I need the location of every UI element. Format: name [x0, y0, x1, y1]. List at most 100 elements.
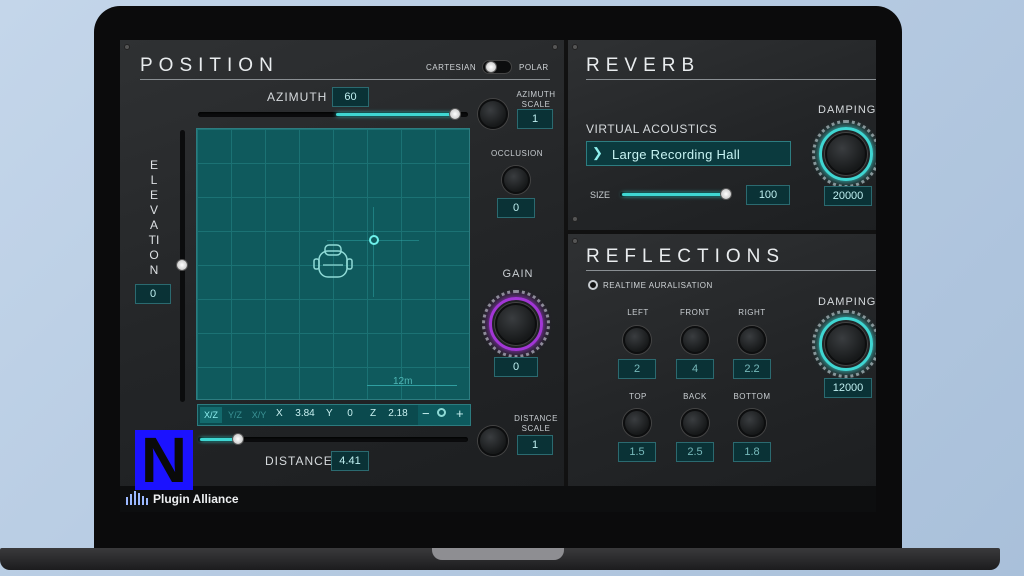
- position-panel: POSITION CARTESIAN POLAR AZIMUTH 60 AZIM…: [120, 40, 564, 486]
- distance-scale-knob[interactable]: [478, 426, 508, 456]
- elevation-slider-thumb[interactable]: [176, 259, 188, 271]
- reverb-panel: REVERB VIRTUAL ACOUSTICS ❯ Large Recordi…: [568, 40, 876, 230]
- elevation-value[interactable]: 0: [135, 284, 171, 304]
- distance-scale-value[interactable]: 1: [517, 435, 553, 455]
- distance-value[interactable]: 4.41: [331, 451, 369, 471]
- divider: [586, 79, 876, 80]
- azimuth-slider-fill: [336, 113, 454, 116]
- bottom-knob[interactable]: [738, 409, 766, 437]
- divider: [586, 270, 876, 271]
- distance-slider-thumb[interactable]: [232, 433, 244, 445]
- reverb-damping-label: DAMPING: [818, 104, 876, 116]
- azimuth-slider[interactable]: [198, 108, 468, 120]
- view-yz-button[interactable]: Y/Z: [224, 407, 246, 423]
- top-knob[interactable]: [623, 409, 651, 437]
- footer-bar: Plugin Alliance: [120, 486, 876, 512]
- azimuth-scale-value[interactable]: 1: [517, 109, 553, 129]
- reflections-damping-knob[interactable]: [825, 323, 867, 365]
- zoom-in-button[interactable]: +: [456, 406, 464, 421]
- view-xy-button[interactable]: X/Y: [248, 407, 270, 423]
- size-label: SIZE: [590, 190, 611, 200]
- right-value[interactable]: 2.2: [733, 359, 771, 379]
- realtime-auralisation-radio[interactable]: [588, 280, 598, 290]
- reflections-panel: REFLECTIONS REALTIME AURALISATION LEFT 2…: [568, 234, 876, 486]
- screw: [124, 44, 130, 50]
- front-knob[interactable]: [681, 326, 709, 354]
- occlusion-knob[interactable]: [502, 166, 530, 194]
- left-label: LEFT: [627, 308, 649, 317]
- room-preset-label: Large Recording Hall: [612, 147, 741, 162]
- y-value[interactable]: 0: [338, 408, 362, 419]
- plugin-window: POSITION CARTESIAN POLAR AZIMUTH 60 AZIM…: [120, 40, 876, 512]
- channel-logo-overlay: N: [135, 428, 193, 492]
- crosshair-v: [373, 207, 374, 297]
- azimuth-scale-knob[interactable]: [478, 99, 508, 129]
- source-position-marker[interactable]: [369, 235, 379, 245]
- elevation-slider[interactable]: [176, 130, 188, 402]
- distance-slider-fill: [200, 438, 236, 441]
- reverb-damping-value[interactable]: 20000: [824, 186, 872, 206]
- bottom-value[interactable]: 1.8: [733, 442, 771, 462]
- polar-label: POLAR: [519, 63, 549, 72]
- front-label: FRONT: [679, 308, 711, 317]
- reverb-damping-knob[interactable]: [825, 133, 867, 175]
- screw: [572, 216, 578, 222]
- distance-slider[interactable]: [198, 433, 468, 445]
- back-label: BACK: [683, 392, 707, 401]
- room-preset-selector[interactable]: ❯ Large Recording Hall: [586, 141, 791, 166]
- size-value[interactable]: 100: [746, 185, 790, 205]
- x-value[interactable]: 3.84: [290, 408, 320, 419]
- grid-toolbar: X/Z Y/Z X/Y X 3.84 Y 0 Z 2.18 − +: [197, 404, 471, 426]
- back-value[interactable]: 2.5: [676, 442, 714, 462]
- gain-label: GAIN: [502, 268, 534, 280]
- x-label: X: [276, 408, 283, 419]
- distance-scale-label: DISTANCE SCALE: [514, 414, 558, 433]
- right-knob[interactable]: [738, 326, 766, 354]
- azimuth-slider-thumb[interactable]: [449, 108, 461, 120]
- elevation-label: ELEVATION: [148, 158, 160, 277]
- divider: [140, 79, 550, 80]
- z-value[interactable]: 2.18: [382, 408, 414, 419]
- screw: [572, 44, 578, 50]
- listener-head-icon: [313, 244, 353, 278]
- position-title: POSITION: [140, 55, 279, 76]
- front-value[interactable]: 4: [676, 359, 714, 379]
- z-label: Z: [370, 408, 377, 419]
- realtime-auralisation-label: REALTIME AURALISATION: [603, 281, 713, 290]
- right-label: RIGHT: [738, 308, 766, 317]
- gain-knob[interactable]: [495, 303, 537, 345]
- zoom-controls: − +: [418, 405, 470, 425]
- grid-scale-label: 12m: [393, 376, 413, 387]
- screw: [552, 44, 558, 50]
- top-label: TOP: [629, 392, 647, 401]
- size-slider-thumb[interactable]: [720, 188, 732, 200]
- chevron-right-icon: ❯: [592, 145, 603, 160]
- screw: [572, 238, 578, 244]
- reflections-damping-value[interactable]: 12000: [824, 378, 872, 398]
- gain-value[interactable]: 0: [494, 357, 538, 377]
- size-slider[interactable]: [620, 188, 732, 200]
- laptop-notch: [432, 548, 564, 560]
- coordinate-mode-toggle[interactable]: [482, 60, 512, 74]
- toggle-thumb: [485, 61, 497, 73]
- azimuth-label: AZIMUTH: [267, 90, 328, 104]
- virtual-acoustics-label: VIRTUAL ACOUSTICS: [586, 122, 718, 136]
- reflections-damping-label: DAMPING: [818, 296, 876, 308]
- size-slider-fill: [622, 193, 726, 196]
- left-knob[interactable]: [623, 326, 651, 354]
- view-xz-button[interactable]: X/Z: [200, 407, 222, 423]
- zoom-out-button[interactable]: −: [422, 406, 430, 421]
- left-value[interactable]: 2: [618, 359, 656, 379]
- position-grid[interactable]: 12m: [196, 128, 470, 400]
- bottom-label: BOTTOM: [733, 392, 771, 401]
- azimuth-scale-label: AZIMUTH SCALE: [516, 90, 556, 109]
- azimuth-value[interactable]: 60: [332, 87, 369, 107]
- reflections-title: REFLECTIONS: [586, 246, 786, 267]
- magnifier-icon: [437, 408, 446, 417]
- occlusion-label: OCCLUSION: [490, 149, 544, 158]
- back-knob[interactable]: [681, 409, 709, 437]
- cartesian-label: CARTESIAN: [426, 63, 477, 72]
- occlusion-value[interactable]: 0: [497, 198, 535, 218]
- y-label: Y: [326, 408, 333, 419]
- top-value[interactable]: 1.5: [618, 442, 656, 462]
